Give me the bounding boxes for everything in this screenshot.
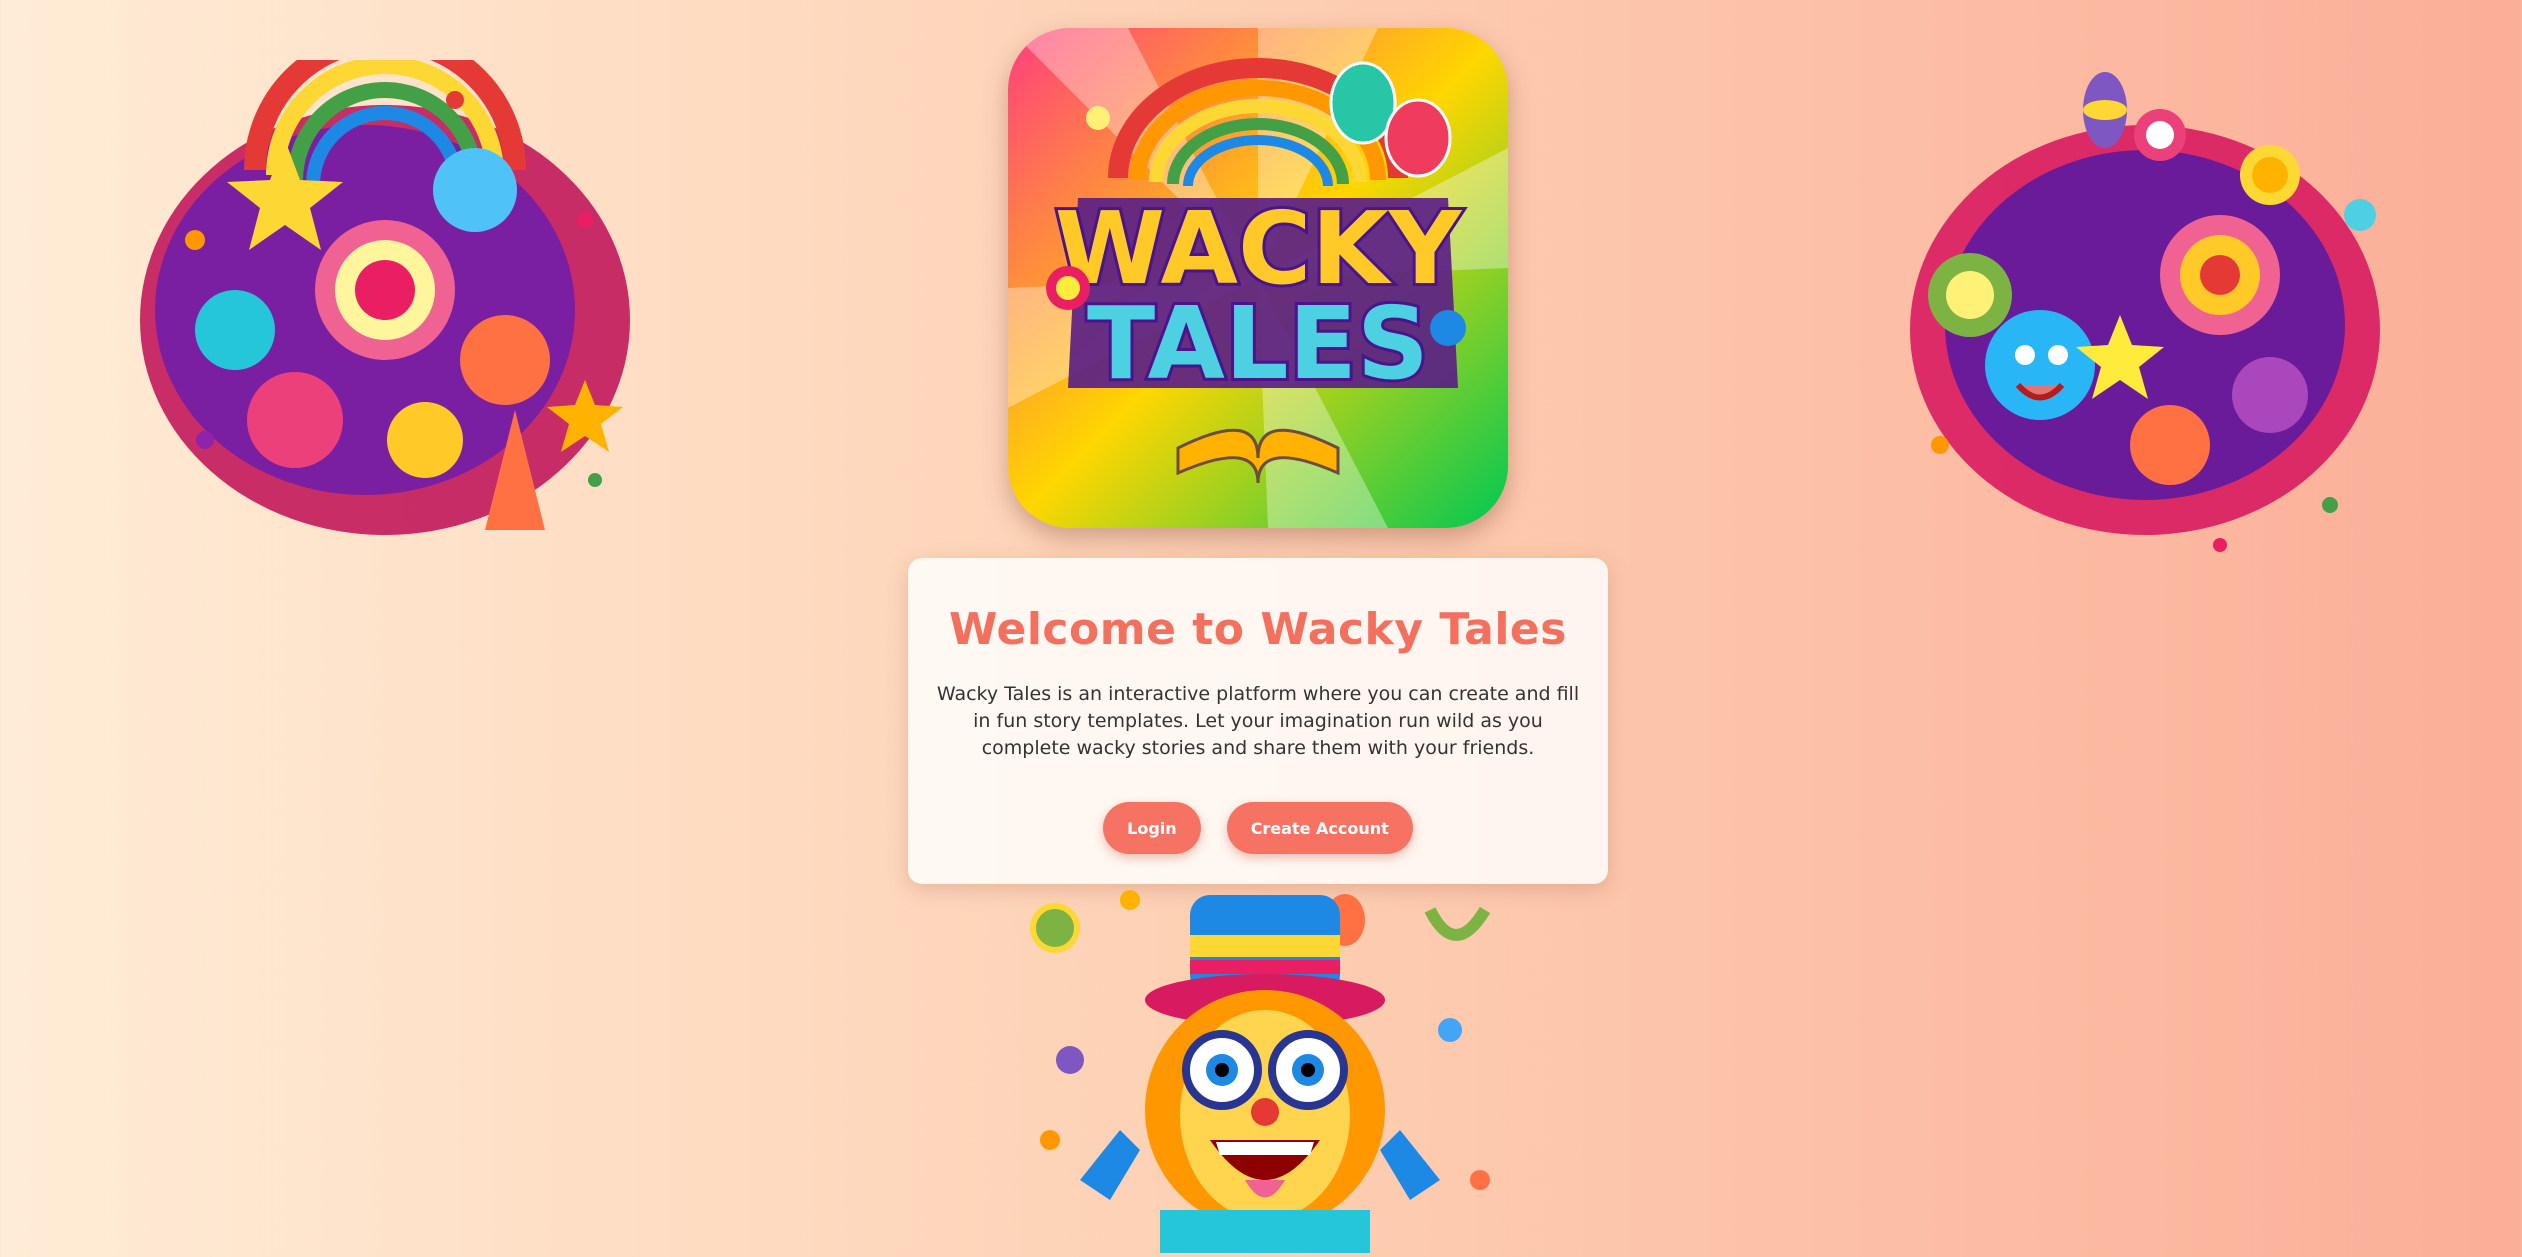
- welcome-card: Welcome to Wacky Tales Wacky Tales is an…: [908, 558, 1608, 884]
- welcome-description: Wacky Tales is an interactive platform w…: [936, 683, 1580, 759]
- welcome-title: Welcome to Wacky Tales: [949, 604, 1567, 655]
- logo-text-line2: TALES: [1087, 285, 1429, 402]
- auth-actions: Login Create Account: [908, 802, 1608, 854]
- candy-cluster-right-illustration: [1890, 65, 2400, 575]
- candy-cluster-left-illustration: [115, 29, 655, 570]
- clown-character-illustration: [1010, 880, 1510, 1253]
- create-account-button[interactable]: Create Account: [1226, 802, 1413, 854]
- wacky-tales-logo: WACKY TALES: [1008, 28, 1508, 528]
- login-button[interactable]: Login: [1103, 802, 1201, 854]
